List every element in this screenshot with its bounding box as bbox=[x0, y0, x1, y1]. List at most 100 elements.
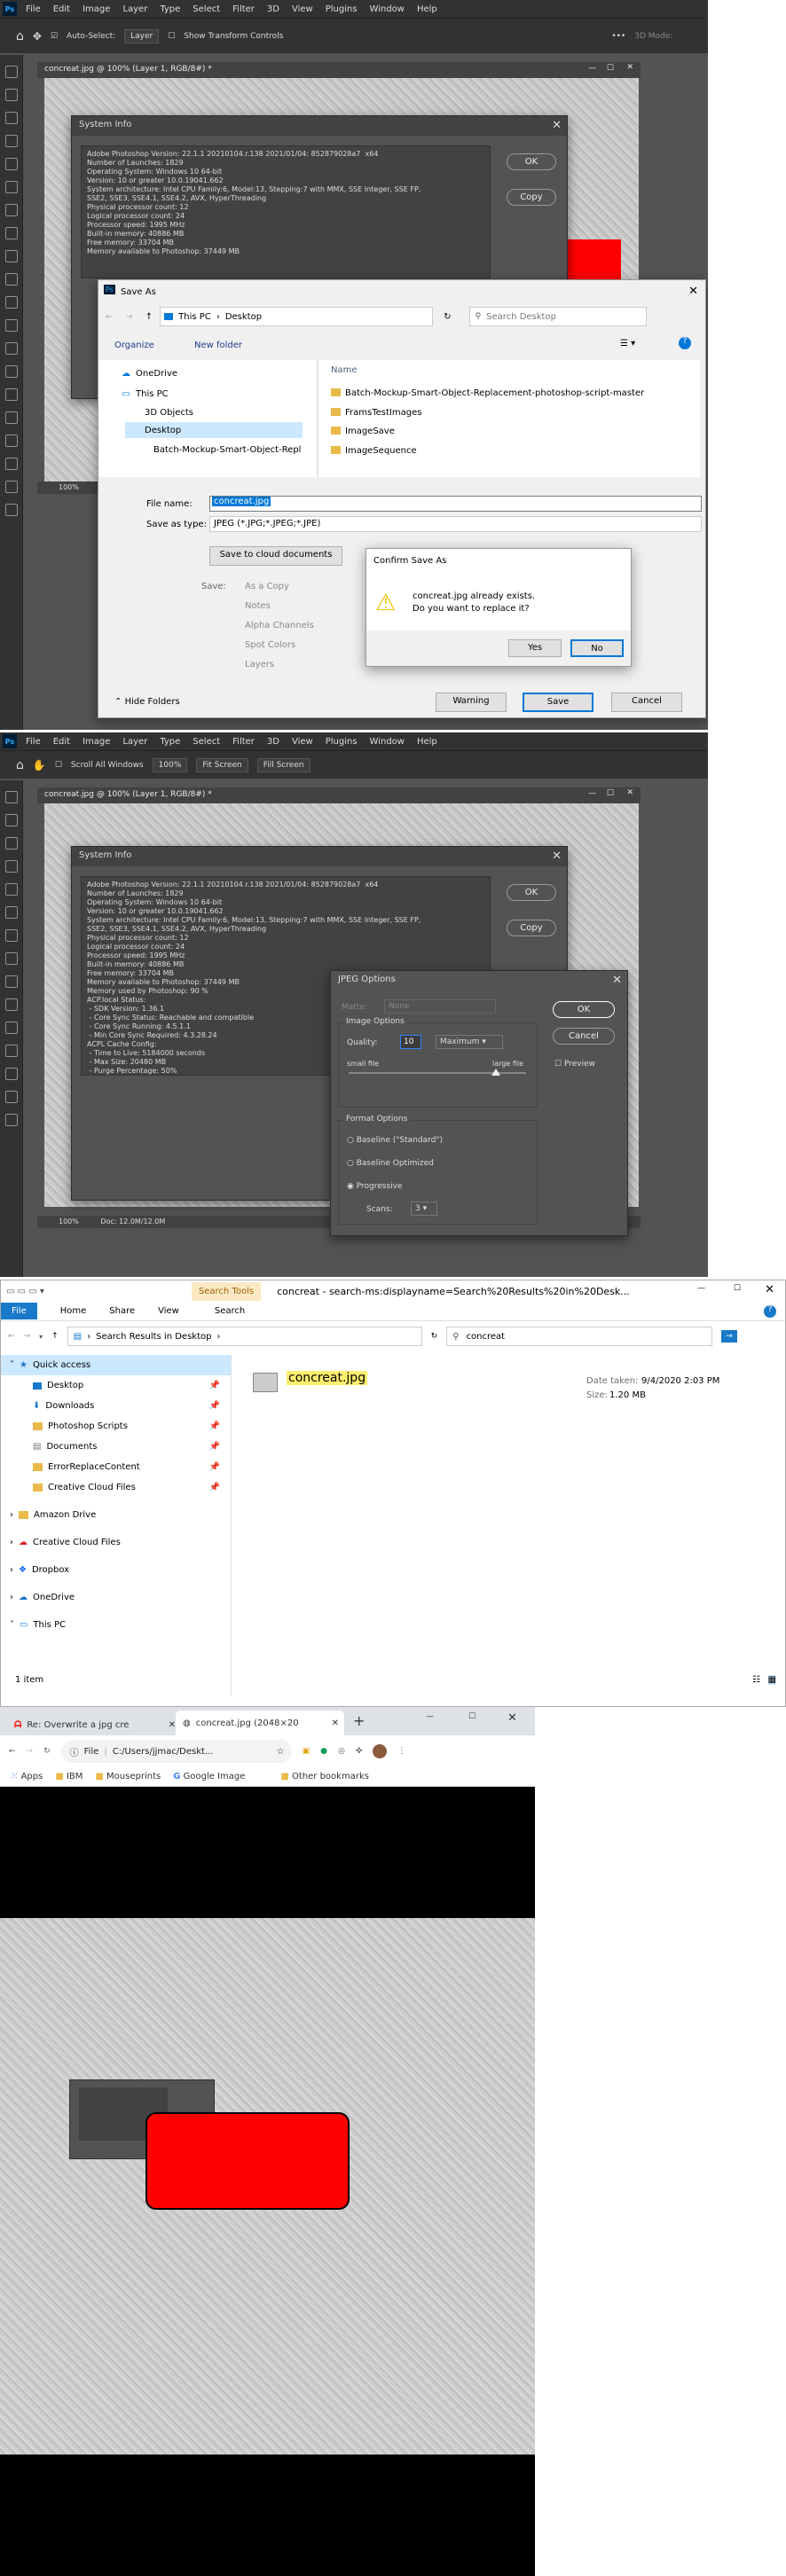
close-icon[interactable]: ✕ bbox=[765, 1283, 774, 1296]
zoom-100-button[interactable]: 100% bbox=[152, 757, 188, 772]
ok-button[interactable]: OK bbox=[553, 1001, 615, 1018]
forward-icon[interactable]: → bbox=[27, 1747, 34, 1756]
pen-tool-icon[interactable] bbox=[4, 1114, 18, 1126]
ribbon-view-tab[interactable]: View bbox=[158, 1306, 179, 1316]
file-item[interactable]: FramsTestImages bbox=[345, 408, 421, 418]
path-select-icon[interactable] bbox=[4, 435, 18, 447]
nav-quick-access[interactable]: ˅ ★ Quick access bbox=[1, 1355, 231, 1375]
home-icon[interactable]: ⌂ bbox=[16, 29, 24, 43]
alpha-channels-option[interactable]: Alpha Channels bbox=[245, 621, 314, 630]
minimize-icon[interactable]: — bbox=[697, 1284, 705, 1293]
back-icon[interactable]: ← bbox=[106, 312, 113, 322]
move-tool-icon[interactable]: ✥ bbox=[33, 30, 42, 43]
menu-window[interactable]: Window bbox=[370, 737, 405, 747]
back-icon[interactable]: ← bbox=[8, 1332, 15, 1341]
type-tool-icon[interactable] bbox=[4, 411, 18, 424]
no-button[interactable]: No bbox=[570, 639, 624, 657]
omnibox[interactable]: ⓘ File | C:/Users/jjmac/Deskt... ☆ bbox=[60, 1740, 292, 1763]
save-button[interactable]: Save bbox=[523, 693, 593, 712]
progressive-radio[interactable]: ◉ Progressive bbox=[347, 1182, 403, 1191]
scans-select[interactable]: 3 ▾ bbox=[411, 1202, 437, 1216]
ok-button[interactable]: OK bbox=[507, 884, 556, 901]
menu-edit[interactable]: Edit bbox=[53, 737, 70, 747]
as-a-copy-option[interactable]: As a Copy bbox=[245, 582, 289, 591]
help-icon[interactable]: ? bbox=[764, 1305, 776, 1318]
up-icon[interactable]: ↑ bbox=[145, 312, 153, 322]
dropdown-icon[interactable]: ▾ bbox=[39, 1333, 43, 1341]
menu-view[interactable]: View bbox=[292, 737, 313, 747]
marquee-tool-icon[interactable] bbox=[4, 89, 18, 101]
history-brush-icon[interactable] bbox=[4, 273, 18, 286]
move-tool-icon[interactable] bbox=[4, 66, 18, 78]
breadcrumb-this-pc[interactable]: This PC bbox=[178, 312, 211, 322]
menu-filter[interactable]: Filter bbox=[232, 4, 255, 14]
refresh-icon[interactable]: ↻ bbox=[444, 312, 451, 322]
history-brush-icon[interactable] bbox=[4, 998, 18, 1011]
quick-access-toolbar-icons[interactable]: ▭ ▭ ▭ ▾ bbox=[6, 1287, 44, 1296]
menu-file[interactable]: File bbox=[26, 737, 41, 747]
file-item[interactable]: Batch-Mockup-Smart-Object-Replacement-ph… bbox=[345, 388, 644, 398]
nav-this-pc[interactable]: ˅ ▭ This PC bbox=[1, 1615, 231, 1635]
dodge-icon[interactable] bbox=[4, 365, 18, 378]
minimize-icon[interactable]: — bbox=[426, 1712, 434, 1721]
new-tab-icon[interactable]: + bbox=[353, 1712, 365, 1729]
fill-screen-button[interactable]: Fill Screen bbox=[256, 757, 310, 772]
cancel-button[interactable]: Cancel bbox=[611, 693, 682, 712]
menu-file[interactable]: File bbox=[26, 4, 41, 14]
menu-help[interactable]: Help bbox=[417, 4, 437, 14]
chrome-tab-2[interactable]: ◍ concreat.jpg (2048×20 ✕ bbox=[176, 1711, 344, 1735]
menu-window[interactable]: Window bbox=[370, 4, 405, 14]
menu-type[interactable]: Type bbox=[160, 4, 180, 14]
nav-photoshop-scripts[interactable]: Photoshop Scripts 📌 bbox=[1, 1416, 231, 1437]
close-icon[interactable]: ✕ bbox=[552, 119, 562, 132]
document-tab[interactable]: concreat.jpg @ 100% (Layer 1, RGB/8#) * … bbox=[37, 787, 641, 803]
reload-icon[interactable]: ↻ bbox=[43, 1747, 51, 1756]
ok-button[interactable]: OK bbox=[507, 153, 556, 170]
brush-tool-icon[interactable] bbox=[4, 952, 18, 965]
zoom-tool-icon[interactable] bbox=[4, 504, 18, 516]
bookmark-apps[interactable]: ⁙ Apps bbox=[11, 1772, 43, 1781]
notes-option[interactable]: Notes bbox=[245, 601, 271, 611]
quality-preset-select[interactable]: Maximum ▾ bbox=[436, 1035, 503, 1049]
menu-layer[interactable]: Layer bbox=[122, 4, 147, 14]
blur-icon[interactable] bbox=[4, 342, 18, 355]
eraser-icon[interactable] bbox=[4, 1022, 18, 1034]
pen-tool-icon[interactable] bbox=[4, 388, 18, 401]
close-icon[interactable]: ✕ bbox=[626, 63, 633, 72]
extension-icon[interactable]: ▣ bbox=[303, 1747, 310, 1756]
back-icon[interactable]: ← bbox=[9, 1747, 16, 1756]
file-name-input[interactable]: concreat.jpg bbox=[209, 496, 702, 512]
magic-wand-icon[interactable] bbox=[4, 860, 18, 873]
search-result-item[interactable]: concreat.jpg Date taken: 9/4/2020 2:03 P… bbox=[251, 1369, 748, 1413]
quality-input[interactable]: 10 bbox=[400, 1035, 421, 1049]
view-large-icons-icon[interactable]: ▦ bbox=[767, 1675, 776, 1685]
puzzle-icon[interactable]: ✜ bbox=[356, 1747, 363, 1756]
menu-layer[interactable]: Layer bbox=[122, 737, 147, 747]
close-icon[interactable]: ✕ bbox=[688, 285, 698, 298]
menu-help[interactable]: Help bbox=[417, 737, 437, 747]
menu-3d[interactable]: 3D bbox=[267, 737, 279, 747]
maximize-icon[interactable]: ☐ bbox=[468, 1712, 476, 1721]
breadcrumb-desktop[interactable]: Desktop bbox=[225, 312, 262, 322]
bookmark-other[interactable]: ■ Other bookmarks bbox=[280, 1772, 369, 1781]
marquee-tool-icon[interactable] bbox=[4, 814, 18, 826]
layer-dropdown[interactable]: Layer bbox=[124, 28, 160, 43]
show-transform-checkbox[interactable]: ☐ bbox=[168, 32, 175, 41]
document-tab[interactable]: concreat.jpg @ 100% (Layer 1, RGB/8#) * … bbox=[37, 62, 641, 78]
quality-slider-thumb[interactable] bbox=[491, 1069, 500, 1076]
menu-image[interactable]: Image bbox=[83, 4, 110, 14]
copy-button[interactable]: Copy bbox=[507, 189, 556, 206]
menu-filter[interactable]: Filter bbox=[232, 737, 255, 747]
clone-stamp-icon[interactable] bbox=[4, 250, 18, 262]
hide-folders-link[interactable]: ⌃ Hide Folders bbox=[114, 697, 180, 707]
close-icon[interactable]: ✕ bbox=[552, 850, 562, 863]
search-input[interactable]: ⚲ concreat bbox=[446, 1327, 713, 1346]
magic-wand-icon[interactable] bbox=[4, 135, 18, 147]
dodge-icon[interactable] bbox=[4, 1091, 18, 1103]
search-tools-tab[interactable]: Search Tools bbox=[191, 1281, 262, 1301]
baseline-optimized-radio[interactable]: ○ Baseline Optimized bbox=[347, 1159, 434, 1168]
close-icon[interactable]: ✕ bbox=[169, 1720, 176, 1730]
lasso-tool-icon[interactable] bbox=[4, 112, 18, 124]
menu-3d[interactable]: 3D bbox=[267, 4, 279, 14]
view-details-icon[interactable]: ☷ bbox=[752, 1675, 760, 1685]
